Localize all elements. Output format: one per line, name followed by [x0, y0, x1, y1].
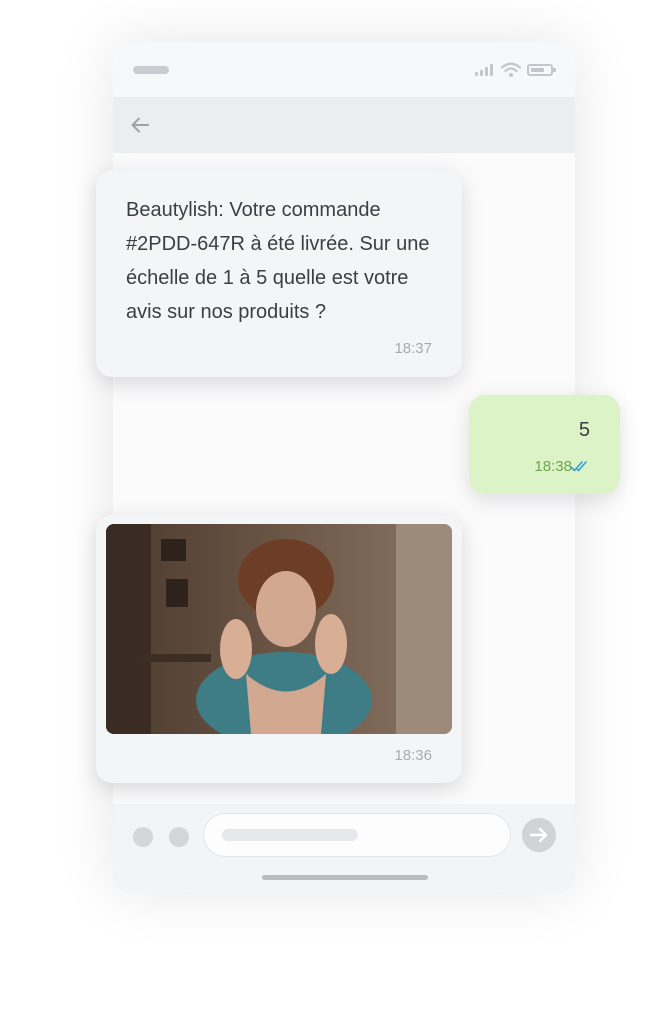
message-text: 5: [578, 419, 590, 441]
home-indicator: [262, 875, 428, 880]
wifi-icon: [501, 62, 521, 77]
signal-icon: [475, 64, 495, 76]
incoming-media-message[interactable]: 18:36: [96, 515, 462, 783]
message-time: 18:36: [394, 747, 432, 764]
emoji-icon[interactable]: [169, 827, 189, 847]
gif-image[interactable]: [106, 524, 452, 734]
incoming-message[interactable]: Beautylish: Votre commande #2PDD-647R à …: [96, 170, 462, 377]
arrow-left-icon[interactable]: [129, 114, 151, 136]
carrier-placeholder: [133, 66, 169, 74]
message-time: 18:37: [394, 340, 432, 357]
outgoing-message[interactable]: 5 18:38: [469, 395, 620, 494]
send-button[interactable]: [522, 818, 556, 852]
double-check-icon: [570, 461, 587, 472]
input-placeholder: [222, 829, 358, 841]
message-input[interactable]: [203, 813, 511, 857]
message-text: Beautylish: Votre commande #2PDD-647R à …: [126, 199, 430, 323]
message-time: 18:38: [534, 458, 572, 475]
attach-icon[interactable]: [133, 827, 153, 847]
battery-icon: [527, 64, 556, 76]
status-bar: [113, 42, 575, 97]
chat-header: [113, 97, 575, 153]
